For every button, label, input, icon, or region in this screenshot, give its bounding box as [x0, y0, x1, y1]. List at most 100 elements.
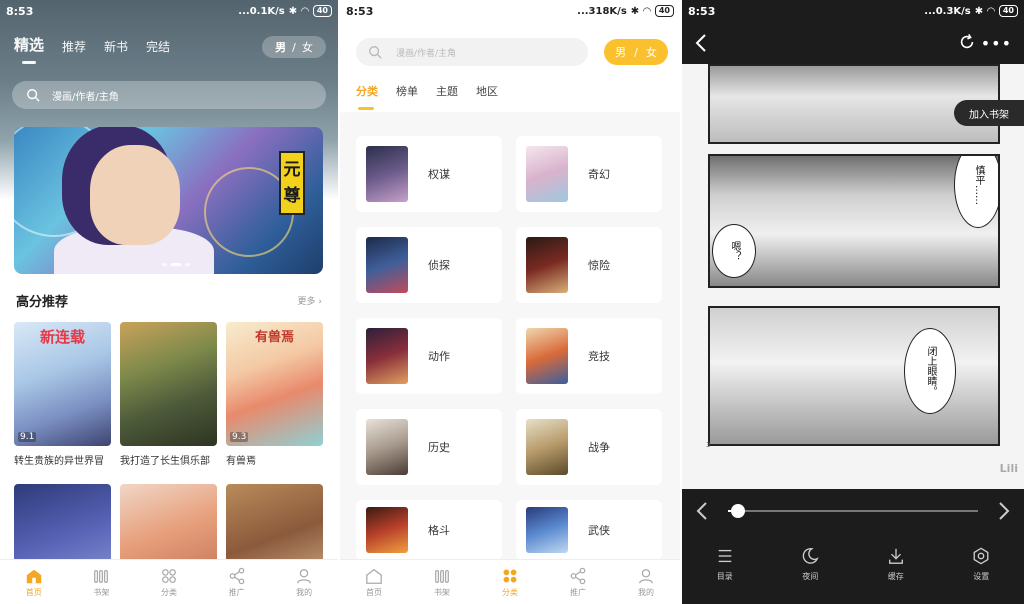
banner-title-seal: 元 尊 — [279, 151, 305, 215]
categories-screen: 8:53 ...318K/s ✱ ◠ 40 漫画/作者/主角 男 / 女 分类 … — [340, 0, 680, 604]
nav-bookshelf[interactable]: 书架 — [81, 567, 121, 598]
bookshelf-icon — [435, 569, 449, 583]
network-speed: ...0.3K/s — [924, 5, 971, 17]
tab-featured[interactable]: 精选 — [14, 34, 44, 64]
tab-region[interactable]: 地区 — [476, 83, 498, 99]
battery-icon: 40 — [312, 5, 332, 17]
category-card[interactable]: 奇幻 — [516, 136, 662, 212]
gender-female[interactable]: 女 — [646, 44, 657, 60]
gender-male[interactable]: 男 — [275, 39, 286, 55]
manga-page[interactable]: 慎平…… 嗯？ 闭上眼睛。 3 Lili — [682, 64, 1024, 489]
bottom-nav: 首页 书架 分类 推广 我的 — [340, 559, 680, 604]
speech-bubble: 闭上眼睛。 — [904, 328, 956, 414]
manga-panel: 闭上眼睛。 — [708, 306, 1000, 446]
book-cover — [120, 322, 217, 446]
featured-screen: 8:53 ...0.1K/s ✱ ◠ 40 精选 推荐 新书 完结 男 / 女 … — [0, 0, 338, 604]
share-icon — [570, 567, 586, 584]
cache-button[interactable]: 缓存 — [871, 547, 921, 582]
home-icon — [366, 568, 382, 584]
bottom-nav: 首页 书架 分类 推广 我的 — [0, 559, 338, 604]
category-card[interactable]: 战争 — [516, 409, 662, 485]
add-to-shelf-button[interactable]: 加入书架 — [954, 100, 1024, 126]
back-icon[interactable] — [694, 32, 708, 54]
tab-recommend[interactable]: 推荐 — [62, 38, 86, 55]
category-card[interactable]: 武侠 — [516, 500, 662, 560]
category-card[interactable]: 历史 — [356, 409, 502, 485]
more-menu-icon[interactable]: ••• — [981, 34, 1012, 53]
nav-promote[interactable]: 推广 — [558, 567, 598, 598]
speech-bubble: 嗯？ — [712, 224, 756, 278]
home-icon — [26, 569, 41, 583]
more-link[interactable]: 更多 › — [298, 294, 322, 307]
category-card[interactable]: 权谋 — [356, 136, 502, 212]
book-cover: 新连载 9.1 — [14, 322, 111, 446]
slider-track[interactable] — [728, 510, 978, 512]
book-score: 9.1 — [18, 432, 37, 442]
category-name: 侦探 — [428, 259, 450, 272]
list-icon — [718, 549, 732, 563]
slider-handle[interactable] — [731, 504, 745, 518]
reader-controls: 目录 夜间 缓存 设置 — [682, 489, 1024, 604]
refresh-icon[interactable] — [958, 33, 976, 51]
cover-text: 有兽焉 — [254, 330, 294, 345]
nav-home[interactable]: 首页 — [354, 567, 394, 598]
tab-theme[interactable]: 主题 — [436, 83, 458, 99]
status-time: 8:53 — [346, 4, 374, 18]
category-thumb — [366, 328, 408, 384]
gender-female[interactable]: 女 — [302, 39, 313, 55]
cover-text: 新连载 — [39, 328, 85, 346]
search-icon — [27, 89, 40, 102]
search-icon — [369, 46, 382, 59]
book-title: 转生贵族的异世界冒 — [14, 456, 104, 467]
gender-toggle[interactable]: 男 / 女 — [262, 36, 326, 58]
gender-male[interactable]: 男 — [615, 44, 626, 60]
nav-category[interactable]: 分类 — [149, 567, 189, 598]
toc-button[interactable]: 目录 — [700, 547, 750, 582]
gender-toggle[interactable]: 男 / 女 — [604, 39, 668, 65]
nav-bookshelf[interactable]: 书架 — [422, 567, 462, 598]
category-card[interactable]: 惊险 — [516, 227, 662, 303]
status-bar: 8:53 ...318K/s ✱ ◠ 40 — [340, 0, 680, 22]
banner-pagination — [162, 263, 190, 266]
section-header: 高分推荐 更多 › — [13, 291, 322, 310]
featured-banner[interactable]: 元 尊 — [14, 127, 323, 274]
page-slider[interactable] — [694, 501, 1012, 521]
category-thumb — [366, 419, 408, 475]
tab-ranking[interactable]: 榜单 — [396, 83, 418, 99]
book-card[interactable]: 我打造了长生俱乐部 — [120, 322, 217, 467]
night-mode-button[interactable]: 夜间 — [785, 547, 835, 582]
book-card[interactable]: 有兽焉 9.3 有兽焉 — [226, 322, 323, 467]
nav-home[interactable]: 首页 — [14, 567, 54, 598]
status-time: 8:53 — [6, 4, 34, 18]
tab-completed[interactable]: 完结 — [146, 38, 170, 55]
category-name: 战争 — [588, 441, 610, 454]
category-card[interactable]: 动作 — [356, 318, 502, 394]
category-thumb — [526, 507, 568, 553]
category-card[interactable]: 竞技 — [516, 318, 662, 394]
tab-new[interactable]: 新书 — [104, 38, 128, 55]
section-title: 高分推荐 — [13, 291, 73, 310]
category-thumb — [366, 237, 408, 293]
category-thumb — [526, 328, 568, 384]
category-thumb — [526, 146, 568, 202]
tab-category[interactable]: 分类 — [356, 83, 378, 110]
category-card[interactable]: 侦探 — [356, 227, 502, 303]
category-name: 竞技 — [588, 350, 610, 363]
settings-button[interactable]: 设置 — [956, 547, 1006, 582]
prev-chapter-icon[interactable] — [696, 501, 708, 521]
battery-icon: 40 — [654, 5, 674, 17]
nav-promote[interactable]: 推广 — [217, 567, 257, 598]
battery-icon: 40 — [998, 5, 1018, 17]
category-tabs: 分类 榜单 主题 地区 — [356, 83, 498, 110]
search-bar[interactable]: 漫画/作者/主角 — [356, 38, 588, 66]
nav-profile[interactable]: 我的 — [626, 567, 666, 598]
nav-profile[interactable]: 我的 — [284, 567, 324, 598]
book-card[interactable]: 新连载 9.1 转生贵族的异世界冒 — [14, 322, 111, 467]
category-thumb — [526, 419, 568, 475]
category-card[interactable]: 格斗 — [356, 500, 502, 560]
search-bar[interactable]: 漫画/作者/主角 — [12, 81, 326, 109]
nav-category[interactable]: 分类 — [490, 567, 530, 598]
bookshelf-icon — [94, 569, 109, 583]
category-icon — [503, 569, 517, 582]
next-chapter-icon[interactable] — [998, 501, 1010, 521]
